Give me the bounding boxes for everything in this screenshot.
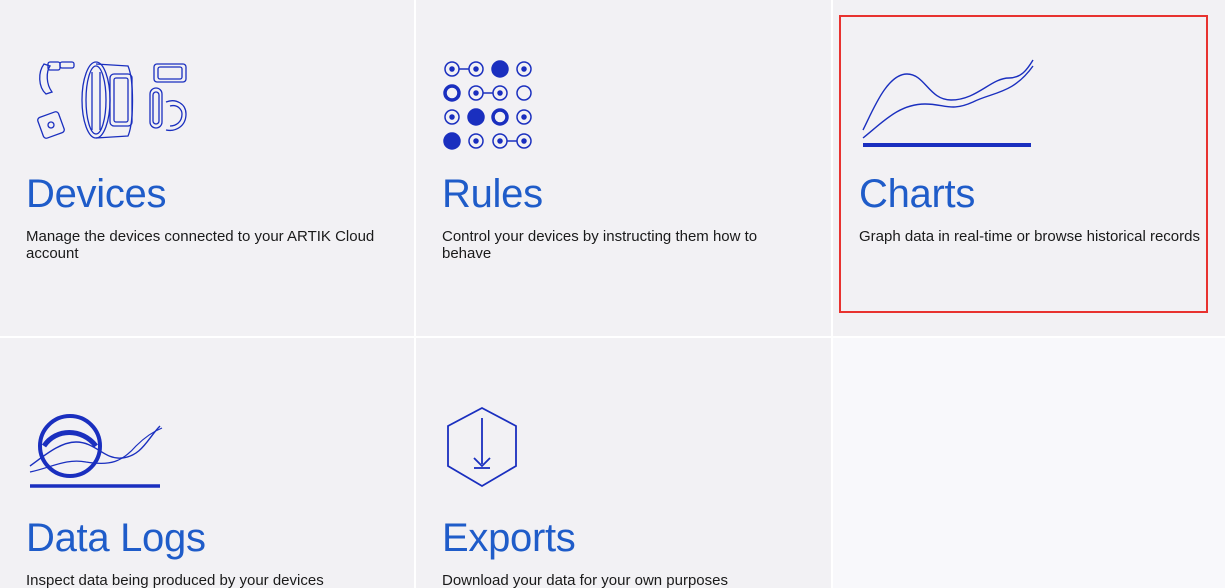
tile-description: Download your data for your own purposes <box>442 572 728 588</box>
wearable-devices-icon <box>26 52 196 152</box>
empty-tile <box>833 338 1225 588</box>
tile-description: Inspect data being produced by your devi… <box>26 572 324 588</box>
tile-exports[interactable]: Exports Download your data for your own … <box>416 338 831 588</box>
tile-data-logs[interactable]: Data Logs Inspect data being produced by… <box>0 338 414 588</box>
tile-title: Charts <box>859 172 976 216</box>
tile-rules[interactable]: Rules Control your devices by instructin… <box>416 0 831 336</box>
hexagon-download-icon <box>442 402 612 502</box>
tile-description: Graph data in real-time or browse histor… <box>859 228 1200 245</box>
tile-charts[interactable]: Charts Graph data in real-time or browse… <box>833 0 1225 336</box>
tile-title: Exports <box>442 516 576 560</box>
tile-description: Control your devices by instructing them… <box>442 228 758 262</box>
dashboard-grid: Devices Manage the devices connected to … <box>0 0 1225 588</box>
data-log-icon <box>26 402 196 502</box>
tile-devices[interactable]: Devices Manage the devices connected to … <box>0 0 414 336</box>
line-chart-icon <box>859 52 1034 152</box>
tile-description: Manage the devices connected to your ART… <box>26 228 375 262</box>
tile-title: Data Logs <box>26 516 206 560</box>
tile-title: Devices <box>26 172 167 216</box>
tile-title: Rules <box>442 172 543 216</box>
rules-dots-icon <box>442 52 612 152</box>
